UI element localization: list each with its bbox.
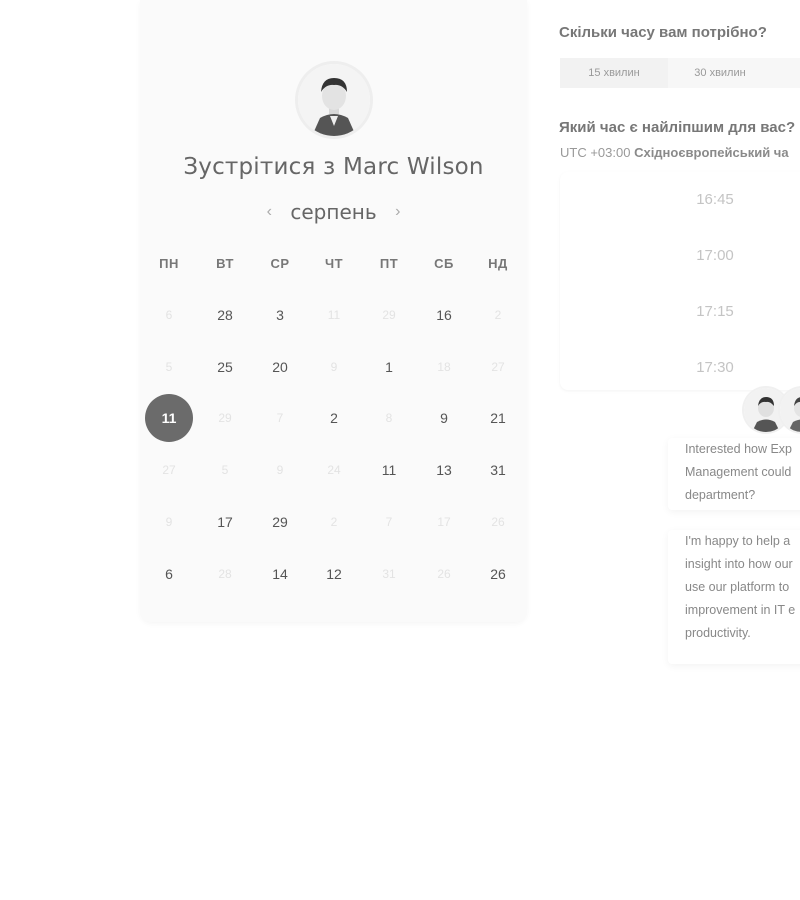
calendar-day: 7 — [385, 515, 393, 529]
calendar-day: 17 — [437, 515, 451, 529]
duration-selector: 15 хвилин 30 хвилин — [560, 58, 800, 88]
calendar-day: 27 — [162, 463, 176, 477]
chat-line: I'm happy to help a — [685, 534, 791, 548]
chat-line: Management could — [685, 465, 792, 479]
calendar-day: 18 — [437, 360, 451, 374]
calendar-day[interactable]: 3 — [256, 291, 304, 339]
calendar-day[interactable]: 20 — [256, 343, 304, 391]
chat-line: productivity. — [685, 626, 751, 640]
calendar-day: 2 — [330, 515, 338, 529]
calendar-grid: 6 28 3 11 29 16 2 5 25 20 9 1 18 27 11 29 7 2 8 9 21 27 5 9 24 11… — [140, 0, 527, 622]
calendar-day: 11 — [327, 308, 341, 322]
calendar-day: 9 — [276, 463, 284, 477]
calendar-day: 5 — [165, 360, 173, 374]
calendar-day: 29 — [382, 308, 396, 322]
calendar-day: 26 — [437, 567, 451, 581]
calendar-day[interactable]: 1 — [365, 343, 413, 391]
chat-line: insight into how our — [685, 557, 793, 571]
calendar-day: 9 — [165, 515, 173, 529]
chat-avatars — [744, 388, 800, 434]
calendar-day: 29 — [218, 411, 232, 425]
calendar-day[interactable]: 6 — [145, 550, 193, 598]
calendar-card: Зустрітися з Marc Wilson ‹ серпень › ПН В… — [140, 0, 527, 622]
calendar-day[interactable]: 16 — [420, 291, 468, 339]
time-slot[interactable]: 17:30 — [560, 359, 800, 376]
calendar-day[interactable]: 2 — [310, 394, 358, 442]
duration-question: Скільки часу вам потрібно? — [559, 24, 767, 41]
timezone-label[interactable]: UTC +03:00 Східноєвропейський ча — [560, 145, 789, 160]
calendar-day[interactable]: 25 — [201, 343, 249, 391]
calendar-day: 9 — [330, 360, 338, 374]
time-question: Який час є найліпшим для вас? — [559, 119, 796, 136]
calendar-day[interactable]: 17 — [201, 498, 249, 546]
calendar-day[interactable]: 14 — [256, 550, 304, 598]
calendar-day[interactable]: 21 — [474, 394, 522, 442]
duration-option-15[interactable]: 15 хвилин — [560, 58, 668, 88]
time-slot[interactable]: 17:15 — [560, 303, 800, 320]
chat-line: use our platform to — [685, 580, 790, 594]
calendar-day[interactable]: 13 — [420, 446, 468, 494]
calendar-day[interactable]: 29 — [256, 498, 304, 546]
calendar-day: 26 — [491, 515, 505, 529]
calendar-day: 27 — [491, 360, 505, 374]
calendar-day[interactable]: 26 — [474, 550, 522, 598]
calendar-day: 24 — [327, 463, 341, 477]
calendar-day[interactable]: 11 — [365, 446, 413, 494]
calendar-day: 6 — [165, 308, 173, 322]
chat-line: department? — [685, 488, 756, 502]
calendar-day[interactable]: 31 — [474, 446, 522, 494]
duration-option-30[interactable]: 30 хвилин — [670, 58, 770, 88]
calendar-day: 28 — [218, 567, 232, 581]
calendar-day: 2 — [494, 308, 502, 322]
selected-day[interactable]: 11 — [145, 394, 193, 442]
timezone-name: Східноєвропейський ча — [634, 145, 789, 160]
timezone-offset: UTC +03:00 — [560, 145, 631, 160]
chat-bubble: Interested how Exp Management could depa… — [668, 438, 800, 510]
calendar-day: 8 — [385, 411, 393, 425]
calendar-day: 7 — [276, 411, 284, 425]
time-slot[interactable]: 16:45 — [560, 191, 800, 208]
calendar-day[interactable]: 28 — [201, 291, 249, 339]
time-slot-list: 16:45 17:00 17:15 17:30 — [560, 172, 800, 390]
chat-bubble: I'm happy to help a insight into how our… — [668, 530, 800, 664]
chat-line: improvement in IT e — [685, 603, 796, 617]
calendar-day[interactable]: 9 — [420, 394, 468, 442]
time-slot[interactable]: 17:00 — [560, 247, 800, 264]
calendar-day: 5 — [221, 463, 229, 477]
chat-line: Interested how Exp — [685, 442, 793, 456]
calendar-day[interactable]: 12 — [310, 550, 358, 598]
chat-avatar — [780, 388, 800, 432]
calendar-day: 31 — [382, 567, 396, 581]
